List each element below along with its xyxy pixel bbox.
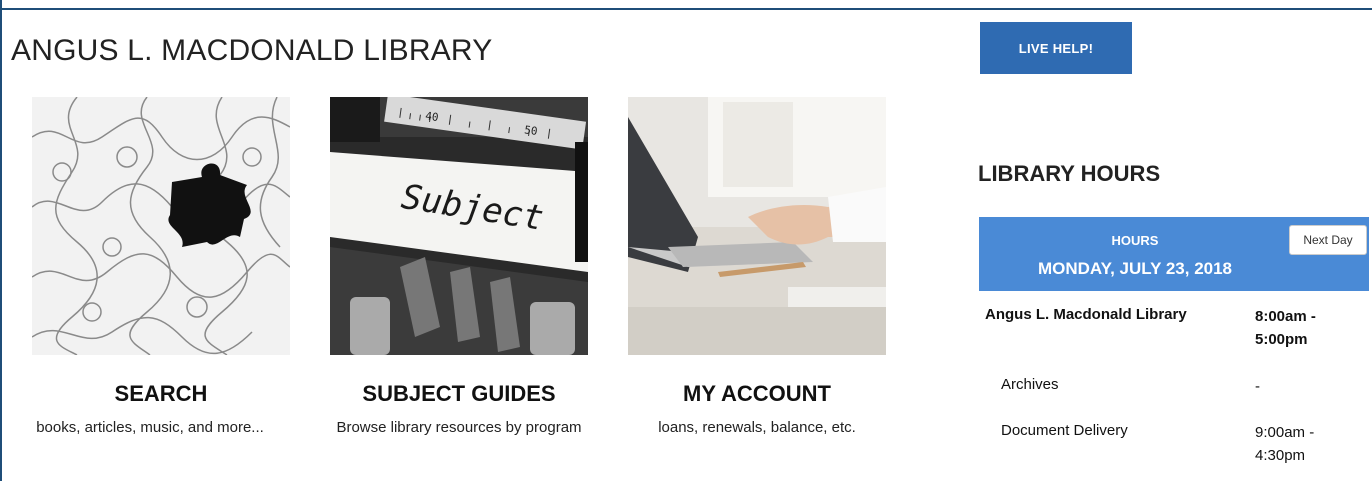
laptop-image: [628, 97, 886, 355]
hours-header: HOURS MONDAY, JULY 23, 2018 Next Day: [979, 217, 1369, 291]
hours-date: MONDAY, JULY 23, 2018: [1037, 259, 1233, 278]
hours-time-line1: -: [1255, 378, 1260, 395]
ruler-number-50: 50: [523, 123, 538, 138]
hours-time-line1: 9:00am -: [1255, 424, 1315, 441]
tile-my-account[interactable]: MY ACCOUNT loans, renewals, balance, etc…: [628, 97, 886, 439]
next-day-button[interactable]: Next Day: [1289, 225, 1367, 255]
live-help-button[interactable]: LIVE HELP!: [980, 22, 1132, 74]
hours-time-line1: 8:00am -: [1255, 308, 1316, 325]
tile-search[interactable]: SEARCH books, articles, music, and more.…: [32, 97, 290, 439]
my-account-image[interactable]: [628, 97, 886, 355]
ruler-number-40: 40: [424, 109, 439, 124]
library-hours-heading: LIBRARY HOURS: [978, 161, 1161, 186]
tile-desc-search: books, articles, music, and more...: [36, 419, 264, 436]
tile-title-subject-guides[interactable]: SUBJECT GUIDES: [330, 381, 588, 407]
tile-title-my-account[interactable]: MY ACCOUNT: [628, 381, 886, 407]
search-image[interactable]: [32, 97, 290, 355]
tile-desc-my-account: loans, renewals, balance, etc.: [658, 419, 856, 436]
hours-label: HOURS: [1111, 233, 1159, 248]
tile-desc-subject-guides: Browse library resources by program: [336, 419, 582, 436]
typewriter-image: 40 50 Subject: [330, 97, 588, 355]
tile-subject-guides[interactable]: 40 50 Subject SUBJECT GUIDES Browse libr…: [330, 97, 588, 439]
subject-guides-image[interactable]: 40 50 Subject: [330, 97, 588, 355]
hours-time-line2: 5:00pm: [1255, 331, 1308, 348]
tile-title-search[interactable]: SEARCH: [32, 381, 290, 407]
hours-location: Archives: [1001, 376, 1059, 393]
page-title: ANGUS L. MACDONALD LIBRARY: [11, 34, 493, 67]
hours-time-line2: 4:30pm: [1255, 447, 1306, 464]
puzzle-image: [32, 97, 290, 355]
hours-location: Document Delivery: [1001, 422, 1128, 439]
hours-location: Angus L. Macdonald Library: [985, 306, 1187, 323]
